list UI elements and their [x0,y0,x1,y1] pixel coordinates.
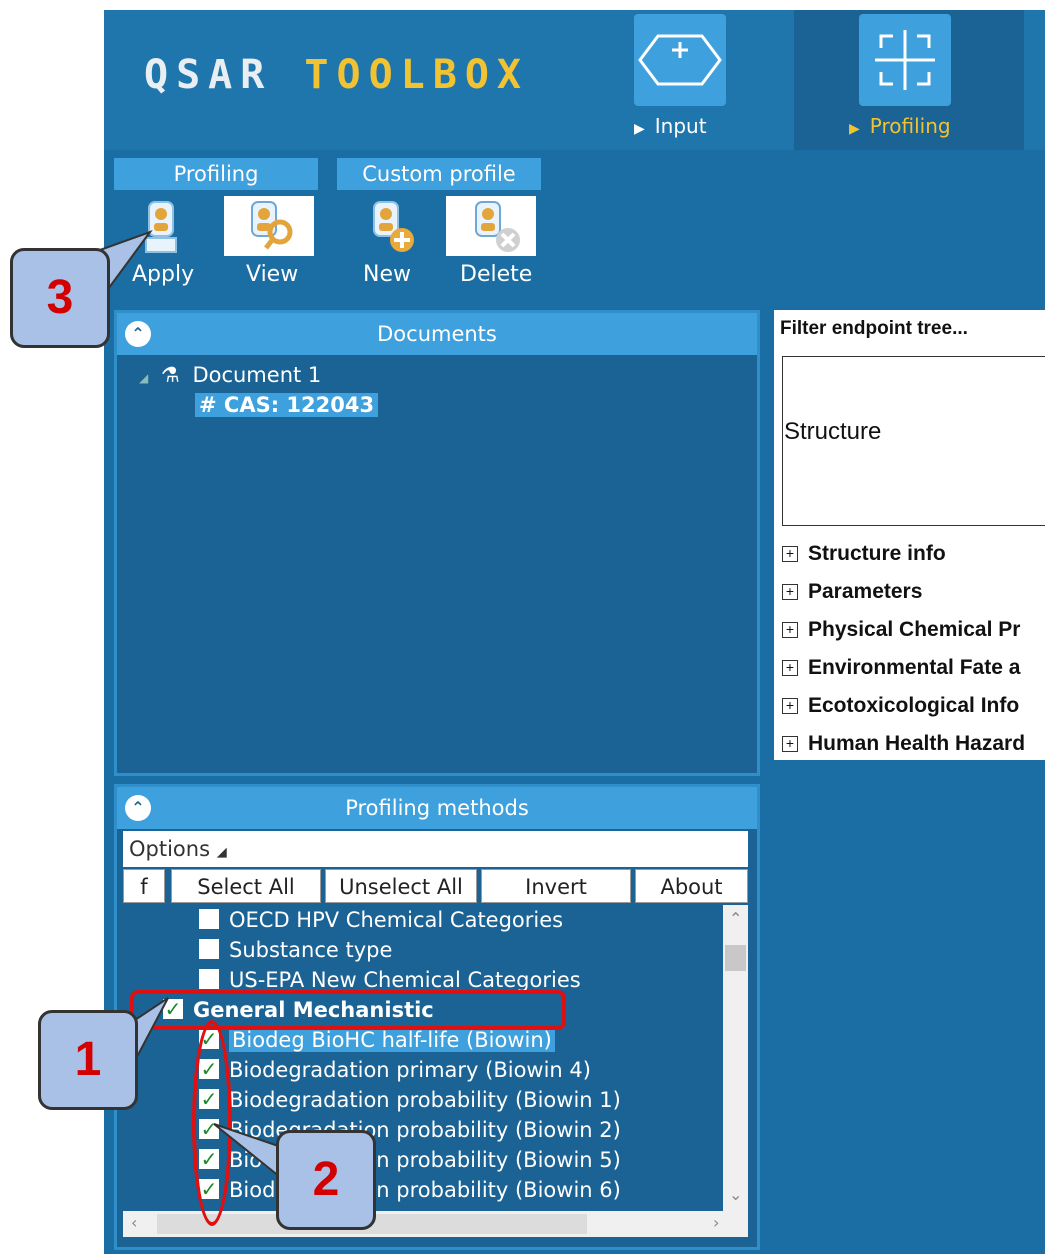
callout-pointers [99,229,291,1188]
callout-2: 2 [276,1130,376,1230]
callout-3: 3 [10,248,110,348]
callout-1: 1 [38,1010,138,1110]
